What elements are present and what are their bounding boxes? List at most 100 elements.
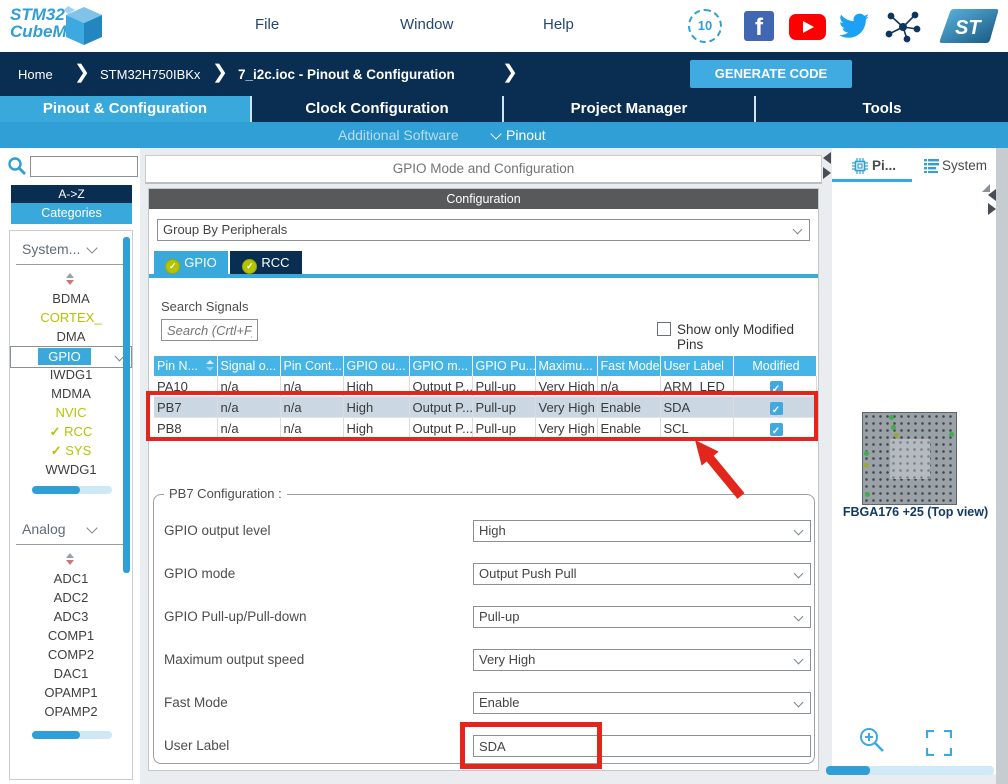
col-signal[interactable]: Signal o...: [217, 356, 280, 376]
breadcrumb: Home ❯ STM32H750IBKx ❯ 7_i2c.ioc - Pinou…: [0, 52, 1008, 96]
sidebar-item-wwdg1[interactable]: WWDG1: [10, 460, 132, 479]
group-by-select[interactable]: Group By Peripherals: [157, 219, 810, 241]
pin-dot: [949, 432, 954, 437]
collapse-right-icon[interactable]: [988, 203, 996, 215]
sidebar-item-opamp2[interactable]: OPAMP2: [10, 702, 132, 721]
table-row-pb7[interactable]: PB7n/a n/aHigh Output P...Pull-up Very H…: [154, 397, 816, 418]
table-header: Pin N... Signal o... Pin Cont... GPIO ou…: [154, 356, 816, 376]
additional-software-link[interactable]: Additional Software: [338, 127, 459, 143]
pin-dot: [894, 433, 899, 438]
search-signals-label: Search Signals: [161, 299, 248, 314]
user-label-input[interactable]: [473, 735, 811, 757]
sidebar-item-adc3[interactable]: ADC3: [10, 607, 132, 626]
signals-table: Pin N... Signal o... Pin Cont... GPIO ou…: [154, 356, 817, 439]
col-pin-name[interactable]: Pin N...: [154, 356, 217, 376]
chip-package-image[interactable]: [862, 412, 957, 505]
group-system[interactable]: System...: [22, 241, 96, 257]
sidebar-item-comp2[interactable]: COMP2: [10, 645, 132, 664]
check-circle-icon: ✓: [242, 259, 257, 274]
col-modified[interactable]: Modified: [733, 356, 816, 376]
modified-checkbox[interactable]: [770, 381, 783, 394]
sort-toggle-icon[interactable]: [66, 273, 75, 285]
col-pin-context[interactable]: Pin Cont...: [280, 356, 343, 376]
field-label: Fast Mode: [164, 695, 228, 710]
system-scroll-indicator[interactable]: [32, 486, 112, 494]
peripheral-search-input[interactable]: [30, 156, 138, 177]
window-scrollbar[interactable]: [996, 148, 1008, 784]
show-modified-checkbox[interactable]: [657, 322, 671, 336]
pin-dot: [891, 425, 896, 430]
sidebar-scrollbar[interactable]: [123, 237, 130, 573]
tab-clock-configuration[interactable]: Clock Configuration: [252, 96, 504, 122]
sort-az-button[interactable]: A->Z: [11, 185, 132, 203]
twitter-icon[interactable]: [838, 12, 870, 40]
collapse-right-icon[interactable]: [823, 167, 831, 179]
field-gpio-output-level: GPIO output level High: [154, 520, 814, 542]
sidebar-item-adc2[interactable]: ADC2: [10, 588, 132, 607]
pinout-dropdown-label: Pinout: [506, 127, 546, 143]
top-menubar: STM32 CubeMX File Window Help 10 f: [0, 0, 1008, 52]
youtube-icon[interactable]: [789, 14, 826, 40]
field-label: Maximum output speed: [164, 652, 304, 667]
menu-window[interactable]: Window: [400, 16, 453, 33]
pinout-horizontal-scrollbar[interactable]: [826, 766, 994, 775]
chevron-down-icon: [86, 522, 97, 533]
table-row-pa10[interactable]: PA10n/a n/aHigh Output P...Pull-up Very …: [154, 376, 816, 397]
breadcrumb-home[interactable]: Home: [18, 67, 53, 82]
col-max-speed[interactable]: Maximu...: [535, 356, 597, 376]
peripheral-tab-gpio[interactable]: ✓GPIO: [154, 251, 228, 274]
categories-button[interactable]: Categories: [11, 203, 132, 224]
peripheral-tab-rcc[interactable]: ✓RCC: [230, 251, 302, 274]
col-gpio-mode[interactable]: GPIO m...: [409, 356, 472, 376]
sidebar-item-dma[interactable]: DMA: [10, 327, 132, 346]
sidebar-item-cortex[interactable]: CORTEX_: [10, 308, 132, 327]
gpio-pull-select[interactable]: Pull-up: [473, 606, 811, 628]
collapse-left-icon[interactable]: [823, 152, 831, 164]
gpio-mode-select[interactable]: Output Push Pull: [473, 563, 811, 585]
sidebar-item-comp1[interactable]: COMP1: [10, 626, 132, 645]
max-output-speed-select[interactable]: Very High: [473, 649, 811, 671]
community-icon[interactable]: [884, 9, 922, 43]
pinout-view-panel: Pi... System: [832, 148, 996, 774]
signals-search-input[interactable]: [161, 319, 258, 341]
gpio-output-level-select[interactable]: High: [473, 520, 811, 542]
fast-mode-select[interactable]: Enable: [473, 692, 811, 714]
sidebar-item-sys[interactable]: SYS: [10, 441, 132, 460]
best-fit-icon[interactable]: [926, 730, 952, 756]
facebook-icon[interactable]: f: [744, 11, 774, 41]
generate-code-button[interactable]: GENERATE CODE: [690, 60, 852, 88]
menu-file[interactable]: File: [255, 16, 279, 33]
sidebar-item-dac1[interactable]: DAC1: [10, 664, 132, 683]
modified-checkbox[interactable]: [770, 402, 783, 415]
sidebar-item-bdma[interactable]: BDMA: [10, 289, 132, 308]
breadcrumb-device[interactable]: STM32H750IBKx: [100, 67, 200, 82]
sidebar-item-adc1[interactable]: ADC1: [10, 569, 132, 588]
tab-pinout-configuration[interactable]: Pinout & Configuration: [0, 96, 252, 122]
col-fast-mode[interactable]: Fast Mode: [597, 356, 660, 376]
menu-help[interactable]: Help: [543, 16, 574, 33]
sidebar-item-nvic[interactable]: NVIC: [10, 403, 132, 422]
pinout-dropdown[interactable]: Pinout: [492, 127, 546, 143]
col-gpio-pull[interactable]: GPIO Pu...: [472, 356, 535, 376]
scrollbar-thumb[interactable]: [826, 766, 870, 775]
sidebar-item-mdma[interactable]: MDMA: [10, 384, 132, 403]
tab-project-manager[interactable]: Project Manager: [504, 96, 756, 122]
tab-tools[interactable]: Tools: [756, 96, 1008, 122]
tab-system-view[interactable]: System: [942, 158, 987, 173]
col-gpio-output[interactable]: GPIO ou...: [343, 356, 409, 376]
system-view-icon: [924, 159, 939, 173]
st-logo: ST: [938, 7, 1000, 45]
sort-toggle-icon[interactable]: [66, 553, 75, 565]
group-analog[interactable]: Analog: [22, 521, 96, 537]
divider: [16, 264, 124, 265]
sidebar-item-iwdg1[interactable]: IWDG1: [10, 365, 132, 384]
pb7-configuration-group: PB7 Configuration : GPIO output level Hi…: [153, 494, 815, 764]
tab-pinout-view[interactable]: Pi...: [872, 158, 896, 173]
sidebar-item-opamp1[interactable]: OPAMP1: [10, 683, 132, 702]
sidebar-item-rcc[interactable]: RCC: [10, 422, 132, 441]
divider: [16, 544, 124, 545]
analog-scroll-indicator[interactable]: [32, 731, 112, 739]
collapse-left-icon[interactable]: [988, 189, 996, 201]
zoom-in-icon[interactable]: [858, 726, 886, 754]
col-user-label[interactable]: User Label: [660, 356, 733, 376]
